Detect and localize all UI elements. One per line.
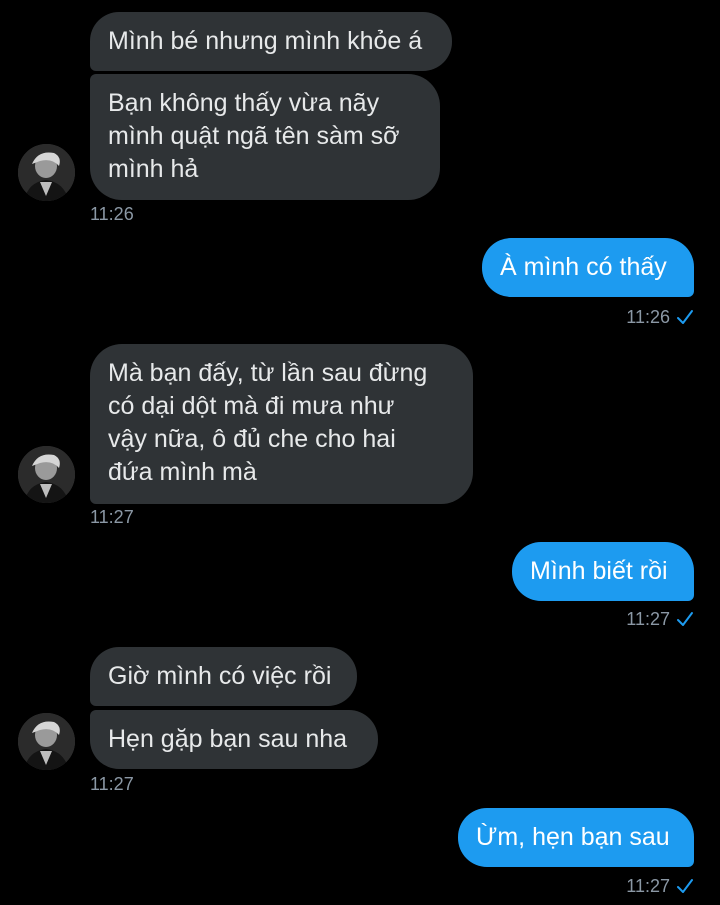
checkmark-icon bbox=[677, 310, 693, 324]
message-timestamp: 11:27 bbox=[90, 774, 134, 794]
incoming-message[interactable]: Bạn không thấy vừa nãy mình quật ngã tên… bbox=[90, 74, 440, 200]
message-status: 11:27 bbox=[626, 875, 694, 897]
outgoing-message[interactable]: Mình biết rồi bbox=[512, 542, 694, 601]
incoming-message[interactable]: Giờ mình có việc rồi bbox=[90, 647, 357, 706]
user-avatar[interactable] bbox=[18, 144, 75, 201]
incoming-message[interactable]: Hẹn gặp bạn sau nha bbox=[90, 710, 378, 769]
outgoing-message[interactable]: Ừm, hẹn bạn sau bbox=[458, 808, 694, 867]
incoming-message[interactable]: Mình bé nhưng mình khỏe á bbox=[90, 12, 452, 71]
message-timestamp: 11:26 bbox=[90, 204, 134, 224]
message-status: 11:27 bbox=[626, 608, 694, 630]
message-timestamp: 11:27 bbox=[626, 876, 670, 896]
avatar-image bbox=[18, 144, 75, 201]
incoming-message[interactable]: Mà bạn đấy, từ lần sau đừng có dại dột m… bbox=[90, 344, 473, 504]
message-timestamp: 11:27 bbox=[90, 507, 134, 527]
user-avatar[interactable] bbox=[18, 713, 75, 770]
avatar-image bbox=[18, 446, 75, 503]
avatar-image bbox=[18, 713, 75, 770]
message-status: 11:26 bbox=[626, 306, 694, 328]
checkmark-icon bbox=[677, 879, 693, 893]
message-timestamp: 11:27 bbox=[626, 609, 670, 629]
outgoing-message[interactable]: À mình có thấy bbox=[482, 238, 694, 297]
checkmark-icon bbox=[677, 612, 693, 626]
user-avatar[interactable] bbox=[18, 446, 75, 503]
message-timestamp: 11:26 bbox=[626, 307, 670, 327]
